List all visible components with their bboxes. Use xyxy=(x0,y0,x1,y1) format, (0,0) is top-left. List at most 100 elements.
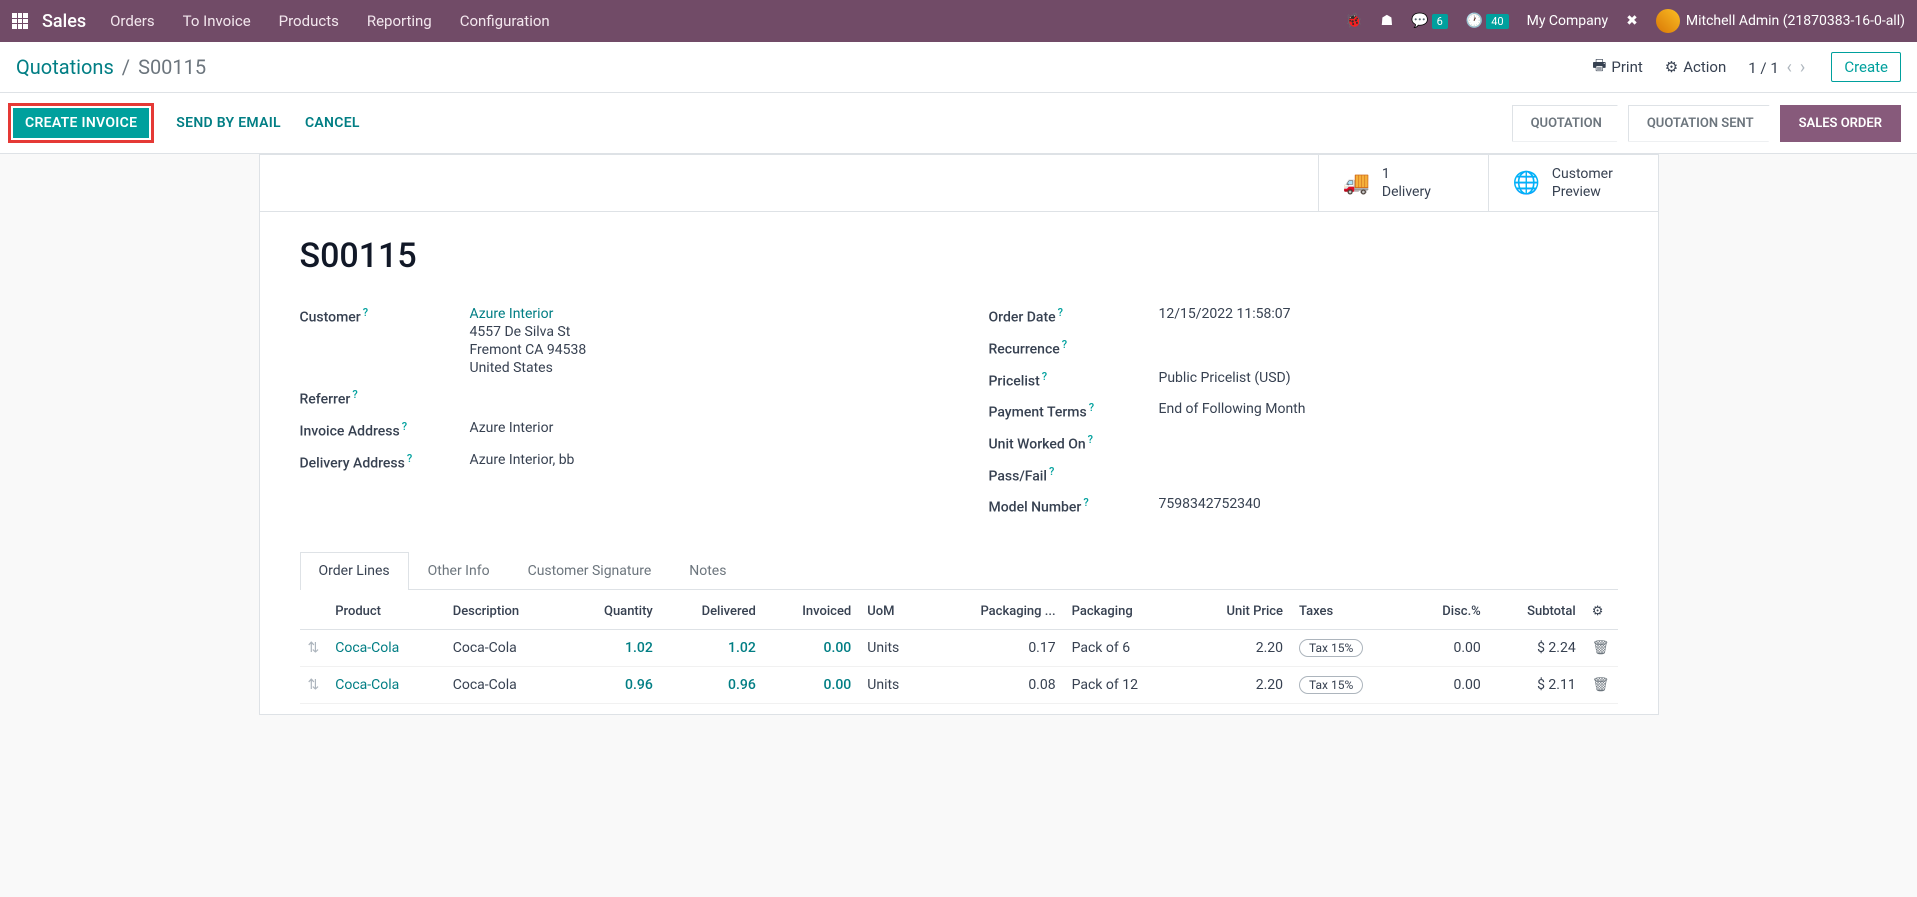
menu-products[interactable]: Products xyxy=(279,12,339,30)
col-product[interactable]: Product xyxy=(327,594,444,630)
help-icon[interactable]: ? xyxy=(1058,306,1063,319)
support-icon[interactable]: ☗ xyxy=(1381,13,1394,29)
messaging-icon[interactable]: 💬6 xyxy=(1411,13,1448,29)
trash-icon[interactable]: 🗑 xyxy=(1592,640,1610,656)
table-row[interactable]: ⇅ Coca-Cola Coca-Cola 0.96 0.96 0.00 Units0.08… xyxy=(300,666,1618,703)
pager-prev-icon[interactable]: ‹ xyxy=(1787,57,1792,78)
pager-next-icon[interactable]: › xyxy=(1800,57,1805,78)
user-menu[interactable]: Mitchell Admin (21870383-16-0-all) xyxy=(1656,9,1905,33)
cell-pkg[interactable]: Pack of 12 xyxy=(1064,666,1185,703)
help-icon[interactable]: ? xyxy=(1088,433,1093,446)
menu-reporting[interactable]: Reporting xyxy=(367,12,432,30)
cell-pkg-qty[interactable]: 0.08 xyxy=(930,666,1064,703)
breadcrumb-current: S00115 xyxy=(138,55,206,79)
value-payment-terms[interactable]: End of Following Month xyxy=(1159,401,1306,421)
col-unit-price[interactable]: Unit Price xyxy=(1184,594,1291,630)
cell-quantity[interactable]: 0.96 xyxy=(625,677,653,693)
customer-preview-button[interactable]: 🌐 CustomerPreview xyxy=(1488,155,1658,211)
col-pkg[interactable]: Packaging xyxy=(1064,594,1185,630)
label-unit-worked: Unit Worked On? xyxy=(989,433,1159,453)
help-icon[interactable]: ? xyxy=(1062,338,1067,351)
value-pricelist[interactable]: Public Pricelist (USD) xyxy=(1159,370,1291,390)
company-switcher[interactable]: My Company xyxy=(1527,13,1609,29)
cell-disc[interactable]: 0.00 xyxy=(1409,629,1489,666)
cell-uom[interactable]: Units xyxy=(859,629,930,666)
label-payment-terms: Payment Terms? xyxy=(989,401,1159,421)
column-options-icon[interactable]: ⚙ xyxy=(1592,604,1604,619)
tools-icon[interactable]: ✖ xyxy=(1626,13,1638,29)
col-description[interactable]: Description xyxy=(445,594,566,630)
action-button[interactable]: ⚙Action xyxy=(1665,58,1726,76)
cell-product[interactable]: Coca-Cola xyxy=(335,640,399,656)
apps-icon[interactable] xyxy=(12,13,28,29)
col-pkg-qty[interactable]: Packaging ... xyxy=(930,594,1064,630)
help-icon[interactable]: ? xyxy=(352,388,357,401)
tab-order-lines[interactable]: Order Lines xyxy=(300,552,409,590)
activities-icon[interactable]: 🕐40 xyxy=(1466,13,1509,29)
tab-notes[interactable]: Notes xyxy=(670,552,745,589)
cell-description[interactable]: Coca-Cola xyxy=(445,666,566,703)
help-icon[interactable]: ? xyxy=(1083,496,1088,509)
col-subtotal[interactable]: Subtotal xyxy=(1489,594,1584,630)
cell-disc[interactable]: 0.00 xyxy=(1409,666,1489,703)
status-steps: QUOTATION QUOTATION SENT SALES ORDER xyxy=(1512,105,1901,142)
tab-other-info[interactable]: Other Info xyxy=(409,552,509,589)
col-disc[interactable]: Disc.% xyxy=(1409,594,1489,630)
tab-customer-signature[interactable]: Customer Signature xyxy=(509,552,671,589)
cell-delivered[interactable]: 0.96 xyxy=(728,677,756,693)
create-button[interactable]: Create xyxy=(1831,52,1901,82)
step-quotation[interactable]: QUOTATION xyxy=(1512,105,1629,142)
value-model-number[interactable]: 7598342752340 xyxy=(1159,496,1261,516)
cell-taxes[interactable]: Tax 15% xyxy=(1291,666,1409,703)
breadcrumb-root[interactable]: Quotations xyxy=(16,55,114,79)
print-button[interactable]: 🖶Print xyxy=(1592,55,1643,80)
cell-invoiced[interactable]: 0.00 xyxy=(824,640,852,656)
help-icon[interactable]: ? xyxy=(1042,370,1047,383)
cell-quantity[interactable]: 1.02 xyxy=(625,640,653,656)
col-delivered[interactable]: Delivered xyxy=(661,594,764,630)
trash-icon[interactable]: 🗑 xyxy=(1592,677,1610,693)
cell-invoiced[interactable]: 0.00 xyxy=(824,677,852,693)
value-delivery-address[interactable]: Azure Interior, bb xyxy=(470,452,575,472)
drag-handle-icon[interactable]: ⇅ xyxy=(308,640,320,656)
cell-description[interactable]: Coca-Cola xyxy=(445,629,566,666)
cell-taxes[interactable]: Tax 15% xyxy=(1291,629,1409,666)
create-invoice-button[interactable]: CREATE INVOICE xyxy=(13,108,149,138)
cancel-button[interactable]: CANCEL xyxy=(293,108,372,138)
menu-orders[interactable]: Orders xyxy=(110,12,155,30)
help-icon[interactable]: ? xyxy=(407,452,412,465)
cell-delivered[interactable]: 1.02 xyxy=(728,640,756,656)
col-taxes[interactable]: Taxes xyxy=(1291,594,1409,630)
value-order-date[interactable]: 12/15/2022 11:58:07 xyxy=(1159,306,1291,326)
col-quantity[interactable]: Quantity xyxy=(566,594,661,630)
cell-pkg-qty[interactable]: 0.17 xyxy=(930,629,1064,666)
cell-uom[interactable]: Units xyxy=(859,666,930,703)
value-invoice-address[interactable]: Azure Interior xyxy=(470,420,554,440)
delivery-stat-button[interactable]: 🚚 1Delivery xyxy=(1318,155,1488,211)
help-icon[interactable]: ? xyxy=(1089,401,1094,414)
cell-subtotal: $ 2.24 xyxy=(1489,629,1584,666)
truck-icon: 🚚 xyxy=(1343,171,1370,196)
cell-unit-price[interactable]: 2.20 xyxy=(1184,666,1291,703)
step-sales-order[interactable]: SALES ORDER xyxy=(1780,105,1901,142)
cell-unit-price[interactable]: 2.20 xyxy=(1184,629,1291,666)
drag-handle-icon[interactable]: ⇅ xyxy=(308,677,320,693)
bug-icon[interactable]: 🐞 xyxy=(1345,13,1362,29)
send-by-email-button[interactable]: SEND BY EMAIL xyxy=(164,108,293,138)
label-passfail: Pass/Fail? xyxy=(989,465,1159,485)
label-model-number: Model Number? xyxy=(989,496,1159,516)
table-row[interactable]: ⇅ Coca-Cola Coca-Cola 1.02 1.02 0.00 Units0.17… xyxy=(300,629,1618,666)
help-icon[interactable]: ? xyxy=(363,306,368,319)
help-icon[interactable]: ? xyxy=(1049,465,1054,478)
step-quotation-sent[interactable]: QUOTATION SENT xyxy=(1628,105,1781,142)
menu-to-invoice[interactable]: To Invoice xyxy=(183,12,251,30)
cell-pkg[interactable]: Pack of 6 xyxy=(1064,629,1185,666)
col-invoiced[interactable]: Invoiced xyxy=(764,594,859,630)
value-customer[interactable]: Azure Interior 4557 De Silva St Fremont … xyxy=(470,306,587,376)
highlight-annotation: CREATE INVOICE xyxy=(8,103,154,143)
cell-product[interactable]: Coca-Cola xyxy=(335,677,399,693)
app-brand[interactable]: Sales xyxy=(42,11,86,32)
col-uom[interactable]: UoM xyxy=(859,594,930,630)
help-icon[interactable]: ? xyxy=(402,420,407,433)
menu-configuration[interactable]: Configuration xyxy=(460,12,550,30)
